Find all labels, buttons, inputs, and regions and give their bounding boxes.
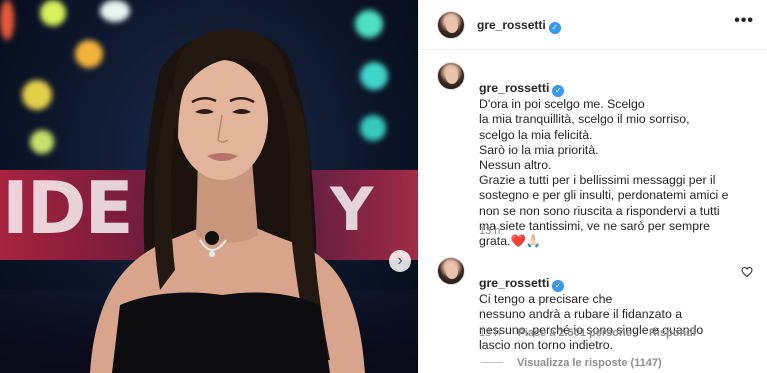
more-horizontal-icon: •••	[734, 12, 754, 29]
caption-time[interactable]: 13 h	[479, 225, 500, 237]
author-username[interactable]: gre_rossetti	[477, 18, 546, 32]
verified-badge-icon: ✓	[552, 280, 565, 293]
comment-username[interactable]: gre_rossetti	[479, 276, 549, 290]
chevron-right-icon: ›	[397, 252, 403, 269]
reply-button[interactable]: Rispondi	[649, 327, 696, 339]
caption-username[interactable]: gre_rossetti	[479, 81, 549, 95]
comment-time[interactable]: 13 h	[479, 327, 500, 339]
comment-avatar[interactable]	[437, 257, 465, 285]
comment-likes-link[interactable]: Piace a 2.501 persone	[517, 327, 631, 339]
caption-meta: 13 h	[479, 225, 514, 237]
post-photo: IDE Y ›	[0, 0, 418, 373]
caption-avatar[interactable]	[437, 62, 465, 90]
replies-divider	[481, 362, 503, 363]
caption-text-block: gre_rossetti ✓ D'ora in poi scelgo me. Sc…	[479, 66, 759, 249]
comment-meta: 13 h Piace a 2.501 persone Rispondi	[479, 327, 710, 339]
comment-text: Ci tengo a precisare che nessuno andrà a…	[479, 292, 704, 352]
author-username-row: gre_rossetti ✓	[477, 18, 561, 34]
photo-next-button[interactable]: ›	[389, 250, 411, 272]
verified-badge-icon: ✓	[552, 85, 565, 98]
author-avatar[interactable]	[437, 11, 465, 39]
woman-figure	[90, 29, 365, 373]
post-side-panel: gre_rossetti ✓ ••• gre_rossetti ✓ D'ora in…	[418, 0, 767, 373]
heart-outline-icon[interactable]	[741, 266, 753, 278]
view-replies-label: Visualizza le risposte (1147)	[517, 357, 662, 369]
more-options-button[interactable]: •••	[734, 13, 754, 29]
caption-text: D'ora in poi scelgo me. Scelgo la mia tr…	[479, 97, 729, 249]
verified-badge-icon: ✓	[548, 22, 561, 34]
comment-text-block: gre_rossetti ✓ Ci tengo a precisare che n…	[479, 261, 747, 353]
view-replies-button[interactable]: Visualizza le risposte (1147)	[481, 357, 662, 369]
post-header: gre_rossetti ✓ •••	[419, 0, 767, 50]
